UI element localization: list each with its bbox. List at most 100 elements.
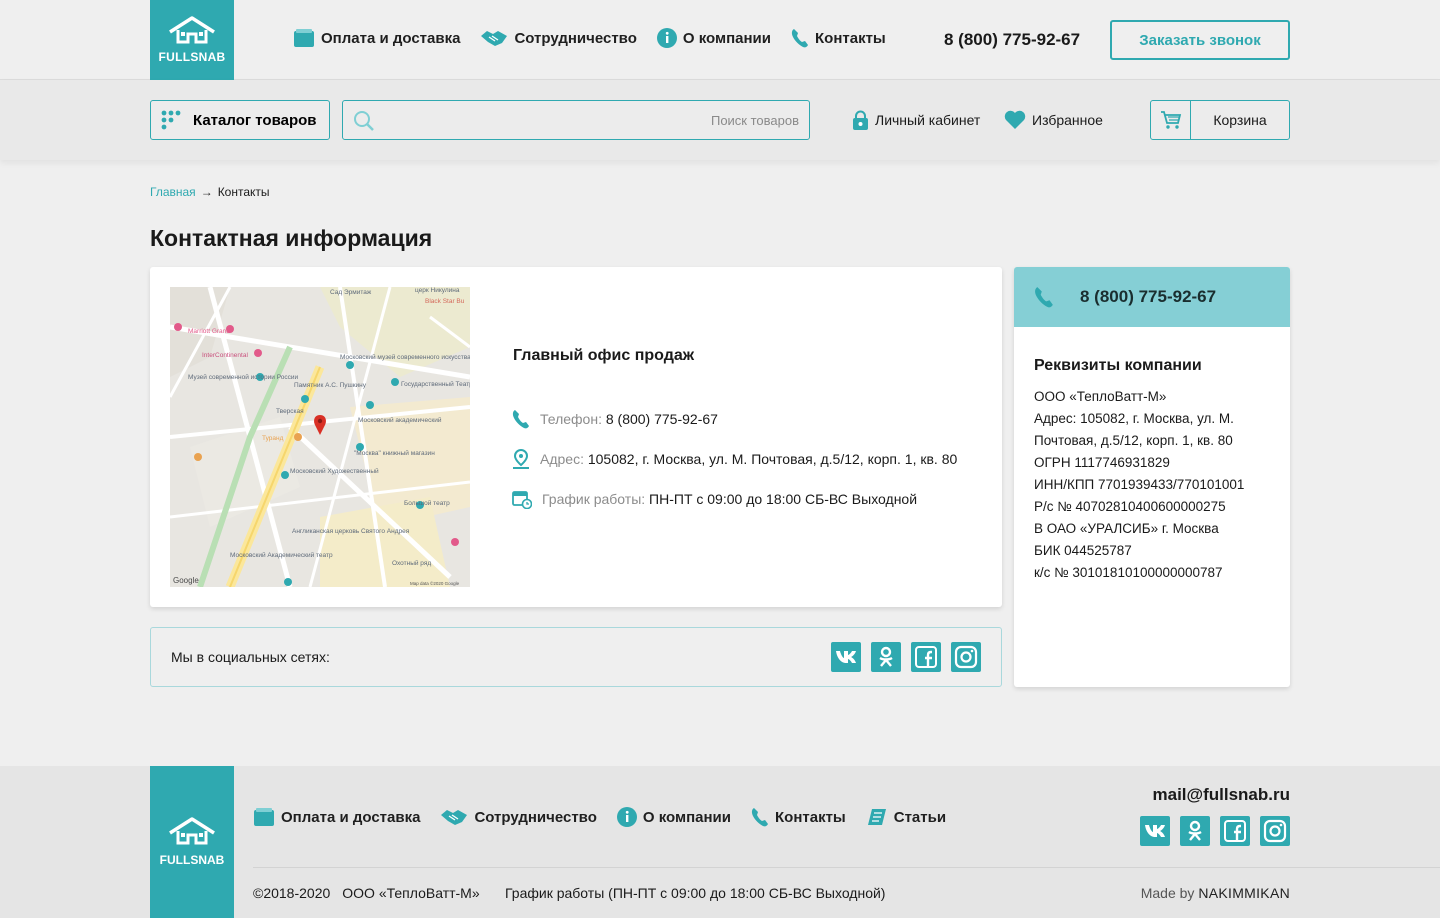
cart-icon-box bbox=[1151, 101, 1191, 139]
footer-nav-articles[interactable]: Статьи bbox=[866, 807, 946, 827]
location-pin-icon bbox=[513, 449, 529, 469]
facebook-icon[interactable] bbox=[1220, 816, 1250, 846]
nav-label: Оплата и доставка bbox=[321, 29, 461, 47]
requisites-title: Реквизиты компании bbox=[1034, 357, 1202, 374]
nav-label: Статьи bbox=[893, 808, 947, 826]
requisites-header: 8 (800) 775-92-67 bbox=[1014, 267, 1290, 327]
requisites-line: Почтовая, д.5/12, корп. 1, кв. 80 bbox=[1034, 433, 1233, 448]
search-input[interactable] bbox=[399, 110, 799, 130]
vk-icon[interactable] bbox=[831, 642, 861, 672]
order-callback-button[interactable]: Заказать звонок bbox=[1110, 20, 1290, 60]
nav-label: Оплата и доставка bbox=[281, 808, 421, 826]
page-title: Контактная информация bbox=[150, 225, 433, 251]
map-label: Музей современной истории России bbox=[188, 373, 299, 381]
lock-icon bbox=[853, 110, 868, 130]
header-phone[interactable]: 8 (800) 775-92-67 bbox=[944, 30, 1080, 50]
map-label: Большой театр bbox=[404, 499, 450, 507]
catalog-button[interactable]: Каталог товаров bbox=[150, 100, 330, 140]
nav-payment-delivery[interactable]: Оплата и доставка bbox=[293, 28, 460, 48]
footer-logo[interactable]: FULLSNAB bbox=[150, 766, 234, 918]
copyright-years: ©2018-2020 bbox=[253, 885, 331, 901]
ok-icon[interactable] bbox=[871, 642, 901, 672]
office-address-row: Адрес: 105082, г. Москва, ул. М. Почтова… bbox=[512, 449, 957, 469]
map-label: Московский музей современного искусства bbox=[340, 353, 470, 361]
vk-icon[interactable] bbox=[1140, 816, 1170, 846]
map-label: Тверская bbox=[276, 408, 304, 415]
hours-label: График работы: bbox=[542, 491, 646, 507]
top-navigation: Оплата и доставка Сотрудничество О компа… bbox=[293, 28, 886, 48]
office-address-value: 105082, г. Москва, ул. М. Почтовая, д.5/… bbox=[587, 451, 958, 467]
favorites-link[interactable]: Избранное bbox=[1004, 110, 1103, 130]
map-label: Государственный Театр Наций bbox=[401, 380, 470, 388]
nav-label: Сотрудничество bbox=[474, 808, 597, 826]
nav-label: О компании bbox=[642, 808, 731, 826]
requisites-line: ОГРН 1117746931829 bbox=[1034, 455, 1170, 470]
footer-nav-payment-delivery[interactable]: Оплата и доставка bbox=[253, 807, 420, 827]
info-icon bbox=[656, 28, 677, 48]
articles-icon bbox=[867, 809, 886, 825]
footer-nav-contacts[interactable]: Контакты bbox=[751, 807, 846, 827]
office-title: Главный офис продаж bbox=[513, 347, 695, 364]
requisites-line: ИНН/КПП 7701939433/770101001 bbox=[1034, 477, 1245, 492]
wallet-icon bbox=[294, 29, 314, 47]
breadcrumb: Главная → Контакты bbox=[150, 185, 270, 199]
footer: FULLSNAB Оплата и доставка Сотрудничеств… bbox=[0, 766, 1440, 918]
map-label: Памятник А.С. Пушкину bbox=[294, 382, 367, 389]
map-label: Black Star Bu bbox=[425, 298, 465, 305]
requisites-phone[interactable]: 8 (800) 775-92-67 bbox=[1080, 287, 1216, 307]
handshake-icon bbox=[481, 31, 508, 46]
top-header: FULLSNAB Оплата и доставка Сотрудничеств… bbox=[0, 0, 1440, 80]
logo-text: FULLSNAB bbox=[158, 50, 226, 64]
map-label: InterContinental bbox=[202, 352, 248, 359]
house-logo-icon bbox=[169, 16, 215, 44]
map-label: Охотный ряд bbox=[392, 559, 431, 567]
instagram-icon[interactable] bbox=[1260, 816, 1290, 846]
map-label: Московский академический bbox=[358, 416, 442, 424]
calendar-clock-icon bbox=[512, 491, 532, 509]
cart-button[interactable]: Корзина bbox=[1150, 100, 1290, 140]
heart-icon bbox=[1004, 110, 1026, 129]
footer-copyright: ©2018-2020 ООО «ТеплоВатт-М» bbox=[253, 885, 480, 901]
info-icon bbox=[616, 807, 637, 827]
search-icon[interactable] bbox=[353, 110, 375, 132]
nav-contacts[interactable]: Контакты bbox=[791, 28, 886, 48]
map-label: Московский Академический театр bbox=[230, 551, 333, 559]
facebook-icon[interactable] bbox=[911, 642, 941, 672]
site-logo[interactable]: FULLSNAB bbox=[150, 0, 234, 80]
footer-navigation: Оплата и доставка Сотрудничество О компа… bbox=[253, 807, 946, 827]
address-label: Адрес: bbox=[540, 451, 584, 467]
footer-nav-cooperation[interactable]: Сотрудничество bbox=[440, 807, 597, 827]
made-by-link[interactable]: Made by NAKIMMIKAN bbox=[1141, 885, 1290, 901]
logo-text: FULLSNAB bbox=[159, 853, 225, 867]
office-phone-value[interactable]: 8 (800) 775-92-67 bbox=[606, 411, 718, 427]
nav-about[interactable]: О компании bbox=[656, 28, 771, 48]
search-box bbox=[342, 100, 810, 140]
phone-label: Телефон: bbox=[540, 411, 602, 427]
personal-cabinet-link[interactable]: Личный кабинет bbox=[852, 110, 980, 130]
office-hours-value: ПН-ПТ с 09:00 до 18:00 СБ-ВС Выходной bbox=[649, 491, 918, 507]
requisites-line: ООО «ТеплоВатт-М» bbox=[1034, 389, 1167, 404]
map-label: Marriott Grand bbox=[188, 328, 230, 335]
map-attribution-data: Map data ©2020 Google bbox=[410, 580, 460, 586]
footer-nav-about[interactable]: О компании bbox=[616, 807, 731, 827]
nav-label: Контакты bbox=[815, 29, 886, 47]
map-label: Московский Художественный bbox=[290, 467, 379, 475]
breadcrumb-home[interactable]: Главная bbox=[150, 185, 196, 199]
footer-divider bbox=[253, 867, 1440, 868]
nav-label: О компании bbox=[682, 29, 771, 47]
phone-icon bbox=[751, 808, 768, 827]
instagram-icon[interactable] bbox=[951, 642, 981, 672]
ok-icon[interactable] bbox=[1180, 816, 1210, 846]
office-phone-row: Телефон: 8 (800) 775-92-67 bbox=[512, 409, 718, 429]
requisites-line: Р/с № 40702810400600000275 bbox=[1034, 499, 1226, 514]
cart-label: Корзина bbox=[1213, 112, 1267, 128]
wallet-icon bbox=[254, 808, 274, 826]
breadcrumb-arrow: → bbox=[200, 185, 213, 199]
requisites-card: 8 (800) 775-92-67 Реквизиты компании ООО… bbox=[1014, 267, 1290, 687]
phone-icon bbox=[512, 410, 529, 429]
office-map[interactable]: Сад Эрмитаж церк Никулина Black Star Bu … bbox=[170, 287, 470, 587]
requisites-line: Адрес: 105082, г. Москва, ул. М. bbox=[1034, 411, 1234, 426]
made-by-prefix: Made by bbox=[1140, 885, 1195, 901]
nav-cooperation[interactable]: Сотрудничество bbox=[480, 28, 637, 48]
footer-email[interactable]: mail@fullsnab.ru bbox=[1153, 785, 1291, 805]
